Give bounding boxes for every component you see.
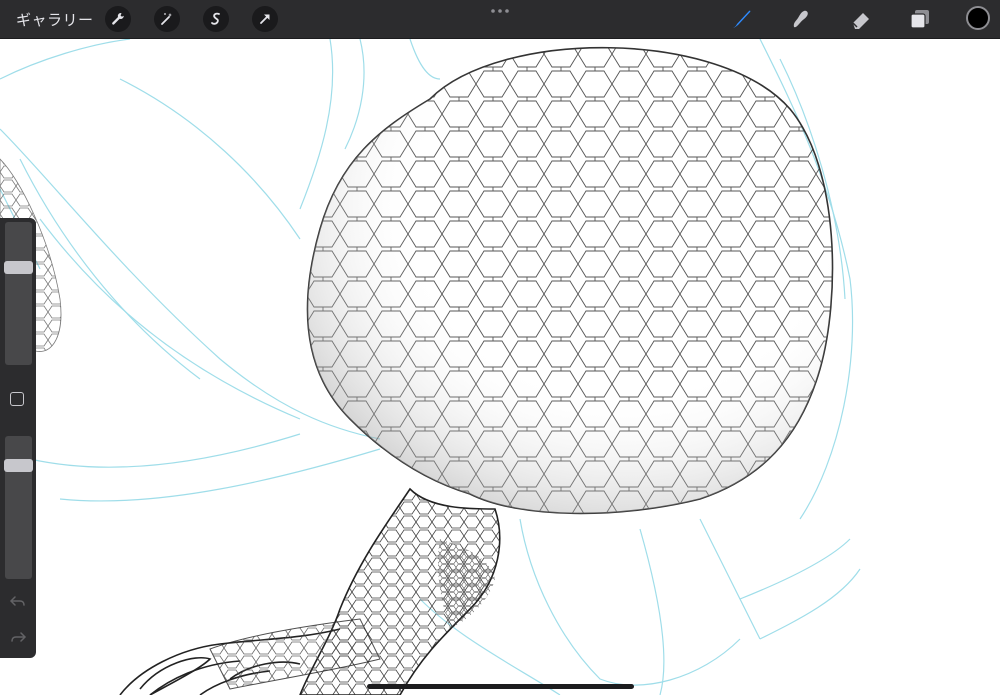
left-sidebar	[0, 218, 36, 658]
selection-icon	[211, 12, 220, 25]
drawing-canvas[interactable]	[0, 39, 1000, 695]
home-indicator[interactable]	[367, 684, 634, 689]
eraser-tool-button[interactable]	[848, 6, 874, 32]
adjustments-button[interactable]	[154, 6, 180, 32]
brush-tool-button[interactable]	[729, 6, 755, 32]
top-toolbar: ギャラリー	[0, 0, 1000, 39]
magic-wand-icon	[161, 13, 172, 25]
layers-icon	[910, 10, 929, 29]
more-options-icon[interactable]	[490, 3, 510, 19]
brush-icon	[733, 10, 751, 28]
brush-size-thumb[interactable]	[4, 261, 33, 274]
transform-button[interactable]	[252, 6, 278, 32]
layers-button[interactable]	[907, 6, 933, 32]
brush-size-slider[interactable]	[4, 222, 33, 365]
modify-button[interactable]	[10, 392, 24, 406]
wrench-icon	[112, 12, 124, 25]
opacity-slider[interactable]	[4, 436, 33, 579]
body-scales	[306, 46, 834, 515]
smudge-icon	[793, 10, 808, 28]
opacity-thumb[interactable]	[4, 459, 33, 472]
selection-button[interactable]	[203, 6, 229, 32]
actions-button[interactable]	[105, 6, 131, 32]
redo-icon[interactable]	[9, 628, 27, 646]
transform-arrow-icon	[260, 14, 270, 24]
smudge-tool-button[interactable]	[788, 6, 814, 32]
color-picker-button[interactable]	[966, 6, 990, 30]
undo-icon[interactable]	[9, 592, 27, 610]
gallery-button[interactable]: ギャラリー	[16, 9, 94, 30]
eraser-icon	[852, 13, 869, 29]
